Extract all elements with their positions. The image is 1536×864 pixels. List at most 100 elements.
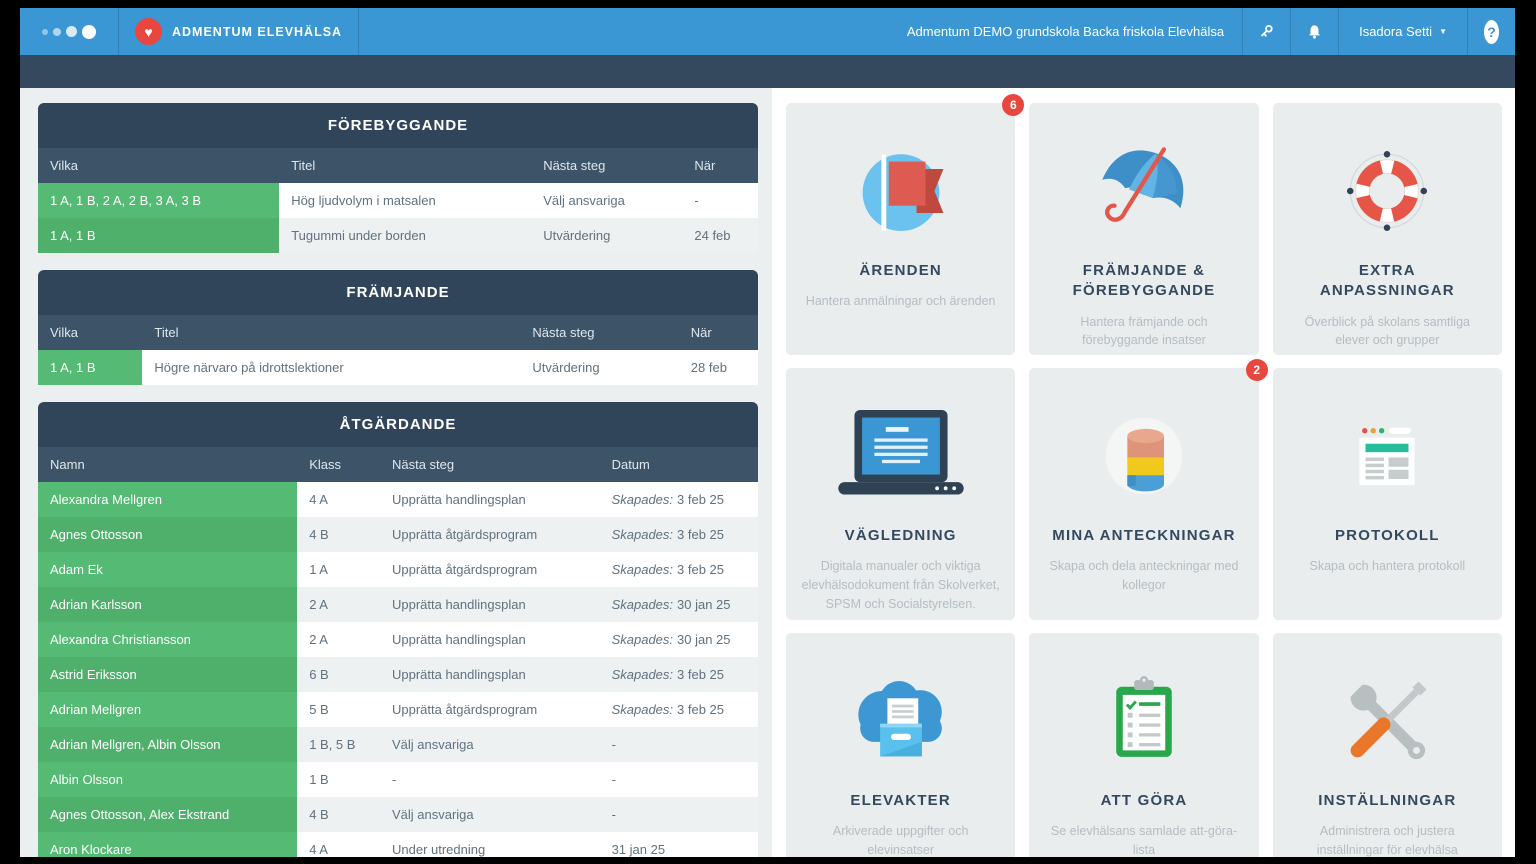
datum-value: - — [612, 737, 616, 752]
protocol-document-icon — [1273, 398, 1502, 514]
column-header: Nästa steg — [380, 447, 600, 482]
skapades-label: Skapades: — [612, 527, 673, 542]
datum-value: - — [612, 772, 616, 787]
datum-value: 30 jan 25 — [677, 632, 731, 647]
logo-text: ADMENTUM ELEVHÄLSA — [172, 25, 342, 39]
klass-cell: 1 B — [297, 762, 380, 797]
klass-cell: 1 A — [297, 552, 380, 587]
column-header: Titel — [142, 315, 520, 350]
nasta-steg-cell: Upprätta handlingsplan — [380, 587, 600, 622]
help-button[interactable]: ? — [1467, 8, 1515, 55]
datum-value: 31 jan 25 — [612, 842, 666, 857]
datum-cell: 31 jan 25 — [600, 832, 758, 857]
lifebuoy-icon — [1273, 133, 1502, 249]
skapades-label: Skapades: — [612, 562, 673, 577]
card-att-gora[interactable]: ATT GÖRA Se elevhälsans samlade att-göra… — [1029, 633, 1258, 857]
vilka-cell: 1 A, 1 B, 2 A, 2 B, 3 A, 3 B — [38, 183, 279, 218]
datum-cell: - — [600, 762, 758, 797]
klass-cell: 6 B — [297, 657, 380, 692]
namn-cell: Aron Klockare — [38, 832, 297, 857]
heart-logo-icon: ♥ — [135, 18, 162, 45]
school-name: Admentum DEMO grundskola Backa friskola … — [889, 8, 1242, 55]
table-row[interactable]: 1 A, 1 B, 2 A, 2 B, 3 A, 3 B Hög ljudvol… — [38, 183, 758, 218]
card-framjande-forebyggande[interactable]: FRÄMJANDE & FÖREBYGGANDE Hantera främjan… — [1029, 103, 1258, 355]
notifications-button[interactable] — [1290, 8, 1338, 55]
nasta-steg-cell: Upprätta handlingsplan — [380, 482, 600, 517]
namn-cell: Adam Ek — [38, 552, 297, 587]
card-title: FRÄMJANDE & FÖREBYGGANDE — [1047, 261, 1242, 302]
bell-icon — [1307, 22, 1322, 41]
dot-icon — [82, 25, 96, 39]
vilka-cell: 1 A, 1 B — [38, 350, 142, 385]
table-row[interactable]: Agnes Ottosson, Alex Ekstrand 4 B Välj a… — [38, 797, 758, 832]
nar-cell: 24 feb — [682, 218, 758, 253]
card-description: Överblick på skolans samtliga elever och… — [1286, 313, 1488, 351]
table-row[interactable]: Adrian Mellgren, Albin Olsson 1 B, 5 B V… — [38, 727, 758, 762]
umbrella-icon — [1029, 133, 1258, 249]
table-row[interactable]: Adrian Karlsson 2 A Upprätta handlingspl… — [38, 587, 758, 622]
vilka-cell: 1 A, 1 B — [38, 218, 279, 253]
datum-value: - — [612, 807, 616, 822]
card-elevakter[interactable]: ELEVAKTER Arkiverade uppgifter och elevi… — [786, 633, 1015, 857]
table-row[interactable]: Agnes Ottosson 4 B Upprätta åtgärdsprogr… — [38, 517, 758, 552]
table-row[interactable]: Alexandra Mellgren 4 A Upprätta handling… — [38, 482, 758, 517]
user-name: Isadora Setti — [1359, 24, 1432, 39]
notes-cylinder-icon — [1029, 398, 1258, 514]
table-row[interactable]: Adrian Mellgren 5 B Upprätta åtgärdsprog… — [38, 692, 758, 727]
home-logo[interactable]: ♥ ADMENTUM ELEVHÄLSA — [119, 8, 359, 55]
card-title: PROTOKOLL — [1290, 526, 1485, 546]
column-header: Vilka — [38, 315, 142, 350]
skapades-label: Skapades: — [612, 667, 673, 682]
datum-cell: Skapades: 30 jan 25 — [600, 622, 758, 657]
table-row[interactable]: Astrid Eriksson 6 B Upprätta handlingspl… — [38, 657, 758, 692]
card-description: Hantera främjande och förebyggande insat… — [1043, 313, 1245, 351]
table-title: ÅTGÄRDANDE — [38, 402, 758, 447]
table-header-row: Vilka Titel Nästa steg När — [38, 315, 758, 350]
table-row[interactable]: Adam Ek 1 A Upprätta åtgärdsprogram Skap… — [38, 552, 758, 587]
table-row[interactable]: Aron Klockare 4 A Under utredning 31 jan… — [38, 832, 758, 857]
table-row[interactable]: Albin Olsson 1 B - - — [38, 762, 758, 797]
table-header-row: Namn Klass Nästa steg Datum — [38, 447, 758, 482]
card-protokoll[interactable]: PROTOKOLL Skapa och hantera protokoll — [1273, 368, 1502, 620]
archive-cloud-icon — [786, 663, 1015, 779]
nasta-steg-cell: - — [380, 762, 600, 797]
card-installningar[interactable]: INSTÄLLNINGAR Administrera och justera i… — [1273, 633, 1502, 857]
key-button[interactable] — [1242, 8, 1290, 55]
datum-cell: Skapades:30 jan 25 — [600, 587, 758, 622]
skapades-label: Skapades: — [612, 597, 673, 612]
card-title: ELEVAKTER — [803, 791, 998, 811]
card-vagledning[interactable]: VÄGLEDNING Digitala manualer och viktiga… — [786, 368, 1015, 620]
table-row[interactable]: Alexandra Christiansson 2 A Upprätta han… — [38, 622, 758, 657]
nar-cell: 28 feb — [679, 350, 758, 385]
card-arenden[interactable]: 6 ÄRENDEN Hantera anmälningar och ärende… — [786, 103, 1015, 355]
titel-cell: Tugummi under borden — [279, 218, 531, 253]
notification-badge: 2 — [1246, 359, 1268, 381]
nasta-steg-cell: Upprätta handlingsplan — [380, 657, 600, 692]
column-header: Titel — [279, 148, 531, 183]
app-window: ♥ ADMENTUM ELEVHÄLSA Admentum DEMO grund… — [20, 8, 1515, 857]
card-mina-anteckningar[interactable]: 2 MINA ANTECKNINGAR Skapa o — [1029, 368, 1258, 620]
namn-cell: Agnes Ottosson, Alex Ekstrand — [38, 797, 297, 832]
datum-cell: Skapades:3 feb 25 — [600, 692, 758, 727]
user-menu[interactable]: Isadora Setti ▼ — [1338, 8, 1467, 55]
nasta-steg-cell: Upprätta åtgärdsprogram — [380, 517, 600, 552]
table-row[interactable]: 1 A, 1 B Högre närvaro på idrottslektion… — [38, 350, 758, 385]
datum-value: 3 feb 25 — [677, 527, 724, 542]
card-description: Skapa och hantera protokoll — [1286, 557, 1488, 576]
datum-cell: - — [600, 727, 758, 762]
topbar: ♥ ADMENTUM ELEVHÄLSA Admentum DEMO grund… — [20, 8, 1515, 55]
datum-cell: Skapades: 3 feb 25 — [600, 552, 758, 587]
table-row[interactable]: 1 A, 1 B Tugummi under borden Utvärderin… — [38, 218, 758, 253]
namn-cell: Albin Olsson — [38, 762, 297, 797]
datum-value: 3 feb 25 — [677, 667, 724, 682]
namn-cell: Alexandra Christiansson — [38, 622, 297, 657]
framjande-table: FRÄMJANDE Vilka Titel Nästa steg När 1 A… — [38, 270, 758, 385]
column-header: När — [679, 315, 758, 350]
skapades-label: Skapades: — [612, 632, 673, 647]
namn-cell: Agnes Ottosson — [38, 517, 297, 552]
klass-cell: 2 A — [297, 622, 380, 657]
datum-value: 3 feb 25 — [677, 562, 724, 577]
dot-icon — [66, 26, 77, 37]
card-extra-anpassningar[interactable]: EXTRA ANPASSNINGAR Överblick på skolans … — [1273, 103, 1502, 355]
column-header: Vilka — [38, 148, 279, 183]
